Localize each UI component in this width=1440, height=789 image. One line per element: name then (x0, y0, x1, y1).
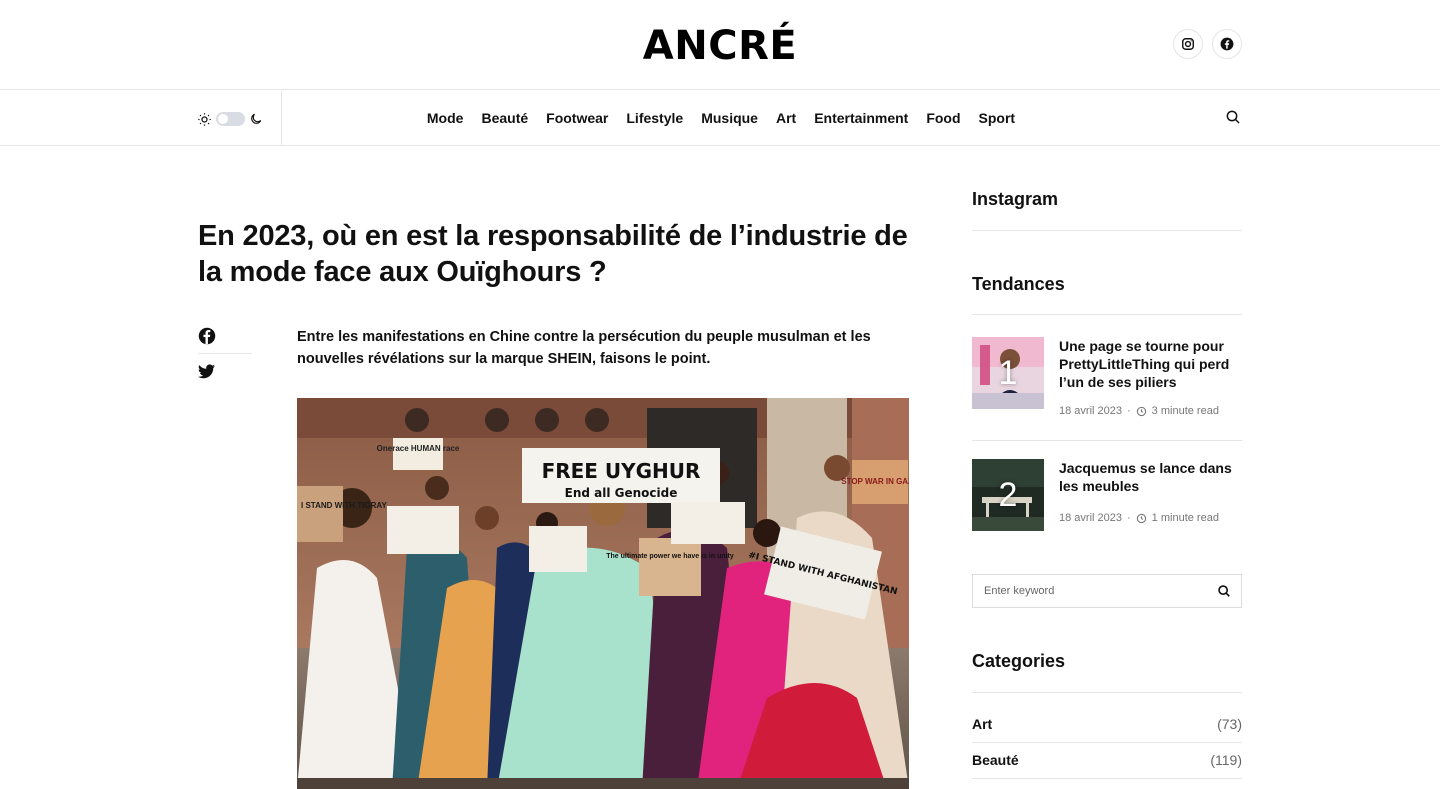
trends-widget-title: Tendances (972, 274, 1065, 294)
nav-item-beaute[interactable]: Beauté (481, 110, 528, 126)
categories-widget-title: Categories (972, 651, 1066, 671)
clock-icon (1136, 406, 1146, 416)
category-name[interactable]: Beauté (972, 752, 1019, 768)
sign-text: End all Genocide (565, 486, 678, 500)
category-item[interactable]: Art (73) (972, 706, 1242, 742)
sidebar-search (972, 574, 1242, 608)
instagram-widget-title: Instagram (972, 189, 1059, 209)
nav-item-entertainment[interactable]: Entertainment (814, 110, 908, 126)
article-lead: Entre les manifestations en Chine contre… (297, 329, 871, 367)
sign-text: The ultimate power we have is in unity (606, 553, 734, 560)
nav-search-button[interactable] (1225, 109, 1243, 127)
trend-read-time: 1 minute read (1151, 512, 1219, 524)
category-name[interactable]: Art (972, 716, 992, 732)
nav-item-lifestyle[interactable]: Lifestyle (626, 110, 683, 126)
trend-date: 18 avril 2023 (1059, 405, 1122, 417)
trend-thumbnail[interactable]: 1 (972, 337, 1044, 409)
share-buttons (198, 326, 252, 384)
trend-thumbnail[interactable]: 2 (972, 459, 1044, 531)
facebook-link[interactable] (1212, 29, 1242, 59)
share-twitter[interactable] (198, 354, 252, 384)
article-title: En 2023, où en est la responsabilité de … (198, 220, 908, 288)
trend-date: 18 avril 2023 (1059, 512, 1122, 524)
category-divider (972, 778, 1242, 779)
sign-text: I STAND WITH TIGRAY (301, 501, 387, 510)
trend-item[interactable]: 1 Une page se tourne pour PrettyLittleTh… (972, 337, 1242, 417)
trend-item[interactable]: 2 Jacquemus se lance dans les meubles 18… (972, 459, 1242, 539)
category-count: (119) (1210, 752, 1242, 768)
search-icon[interactable] (1217, 584, 1231, 598)
sign-text: Onerace HUMAN race (377, 444, 460, 453)
trend-divider (972, 440, 1242, 441)
share-facebook[interactable] (198, 326, 252, 354)
trend-rank: 2 (998, 475, 1018, 514)
main-navigation: Mode Beauté Footwear Lifestyle Musique A… (0, 91, 1440, 146)
nav-item-sport[interactable]: Sport (979, 110, 1016, 126)
instagram-link[interactable] (1173, 29, 1203, 59)
facebook-icon (198, 327, 216, 344)
nav-item-musique[interactable]: Musique (701, 110, 758, 126)
meta-separator: · (1127, 405, 1131, 417)
nav-item-footwear[interactable]: Footwear (546, 110, 608, 126)
trend-meta: 18 avril 2023 · 1 minute read (1059, 512, 1219, 524)
nav-item-mode[interactable]: Mode (427, 110, 464, 126)
site-header: ANCRÉ (0, 0, 1440, 90)
sign-text: STOP WAR IN GAZA (841, 477, 909, 486)
facebook-icon (1220, 37, 1234, 51)
nav-menu: Mode Beauté Footwear Lifestyle Musique A… (0, 91, 1440, 145)
search-input[interactable] (973, 575, 1203, 607)
meta-separator: · (1127, 512, 1131, 524)
search-icon (1226, 110, 1240, 124)
article-hero-image: Onerace HUMAN race FREE UYGHUR End all G… (297, 398, 909, 789)
category-count: (73) (1217, 716, 1242, 732)
sign-text: FREE UYGHUR (542, 459, 701, 483)
protest-fashion-photo: Onerace HUMAN race FREE UYGHUR End all G… (297, 398, 909, 789)
clock-icon (1136, 513, 1146, 523)
nav-item-food[interactable]: Food (926, 110, 960, 126)
trend-meta: 18 avril 2023 · 3 minute read (1059, 405, 1219, 417)
trend-rank: 1 (998, 353, 1018, 392)
trend-read-time: 3 minute read (1151, 405, 1219, 417)
category-item[interactable]: Beauté (119) (972, 742, 1242, 778)
nav-item-art[interactable]: Art (776, 110, 796, 126)
trend-title[interactable]: Une page se tourne pour PrettyLittleThin… (1059, 337, 1244, 391)
widget-divider (972, 230, 1242, 231)
trend-title[interactable]: Jacquemus se lance dans les meubles (1059, 459, 1244, 495)
widget-divider (972, 314, 1242, 315)
twitter-icon (198, 364, 215, 379)
widget-divider (972, 692, 1242, 693)
instagram-icon (1182, 38, 1194, 50)
